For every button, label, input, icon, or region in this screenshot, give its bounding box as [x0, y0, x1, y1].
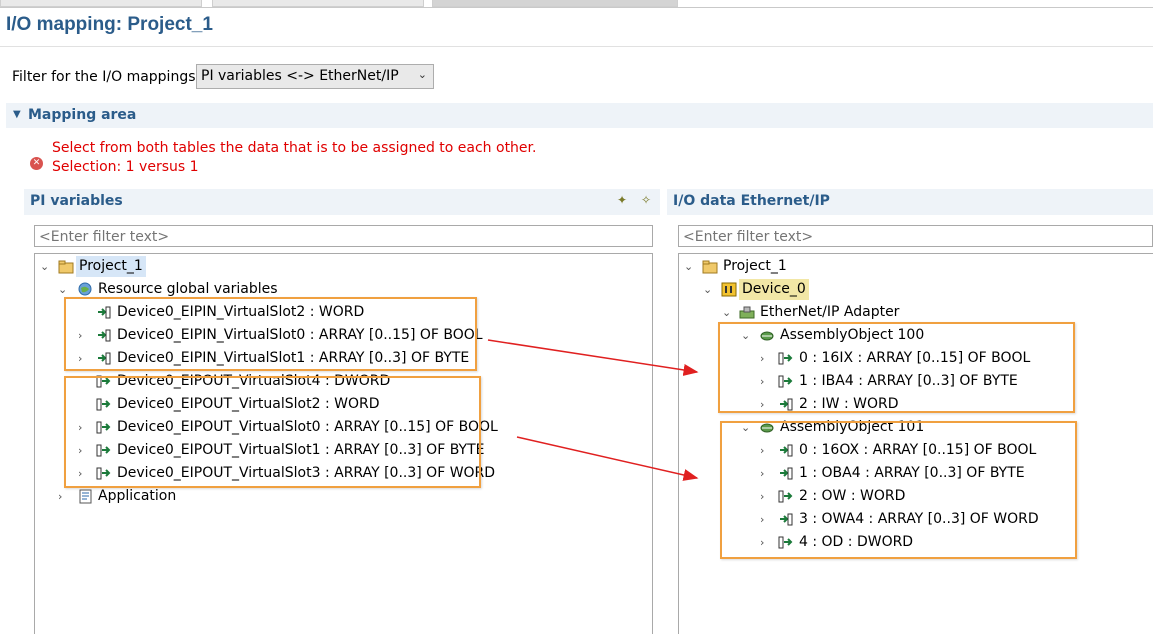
chevron-down-icon[interactable]: ⌄: [684, 256, 696, 277]
highlight-box-assembly-101: [720, 421, 1077, 559]
error-icon: ✕: [30, 157, 43, 170]
collapse-all-icon[interactable]: ✧: [638, 193, 654, 209]
filter-label: Filter for the I/O mappings:: [12, 69, 201, 85]
chevron-down-icon[interactable]: ⌄: [722, 302, 734, 323]
pi-variables-filter-input[interactable]: [34, 225, 653, 247]
device-icon: [721, 282, 737, 297]
chevron-down-icon[interactable]: ⌄: [40, 256, 52, 277]
pi-variables-header: PI variables ✦ ✧: [24, 189, 660, 215]
application-icon: [78, 489, 94, 504]
page-title: I/O mapping: Project_1: [6, 14, 213, 35]
editor-tab[interactable]: [0, 0, 202, 7]
editor-tab-active[interactable]: [432, 0, 678, 7]
io-data-title: I/O data Ethernet/IP: [673, 193, 830, 209]
filter-select-value: PI variables <-> EtherNet/IP: [201, 68, 399, 84]
adapter-icon: [739, 305, 755, 320]
tree-label: Project_1: [723, 258, 787, 274]
mapping-area-header[interactable]: ▼ Mapping area: [6, 103, 1153, 128]
chevron-down-icon: ⌄: [417, 68, 427, 81]
project-folder-icon: [58, 259, 74, 274]
message-line-2: Selection: 1 versus 1: [52, 159, 199, 175]
tree-label: Project_1: [76, 256, 146, 277]
pi-variables-title: PI variables: [30, 193, 123, 209]
expand-all-icon[interactable]: ✦: [614, 193, 630, 209]
tree-label: Device_0: [739, 279, 809, 300]
highlight-box-inputs: [64, 297, 477, 371]
tree-label: EtherNet/IP Adapter: [760, 304, 900, 320]
title-divider: [0, 46, 1153, 47]
collapse-caret-icon[interactable]: ▼: [13, 109, 21, 120]
chevron-down-icon[interactable]: ⌄: [703, 279, 715, 300]
editor-tab[interactable]: [212, 0, 424, 7]
highlight-box-outputs: [64, 376, 481, 488]
project-folder-icon: [702, 259, 718, 274]
tree-label: Application: [98, 488, 177, 504]
io-data-header: I/O data Ethernet/IP: [667, 189, 1153, 215]
filter-select[interactable]: PI variables <-> EtherNet/IP ⌄: [196, 64, 434, 89]
chevron-right-icon[interactable]: ›: [58, 486, 70, 507]
mapping-area-label: Mapping area: [28, 107, 137, 123]
highlight-box-assembly-100: [718, 322, 1075, 413]
editor-tab-strip: [0, 0, 1153, 8]
globe-icon: [78, 282, 94, 297]
io-data-filter-input[interactable]: [678, 225, 1153, 247]
message-line-1: Select from both tables the data that is…: [52, 140, 537, 156]
